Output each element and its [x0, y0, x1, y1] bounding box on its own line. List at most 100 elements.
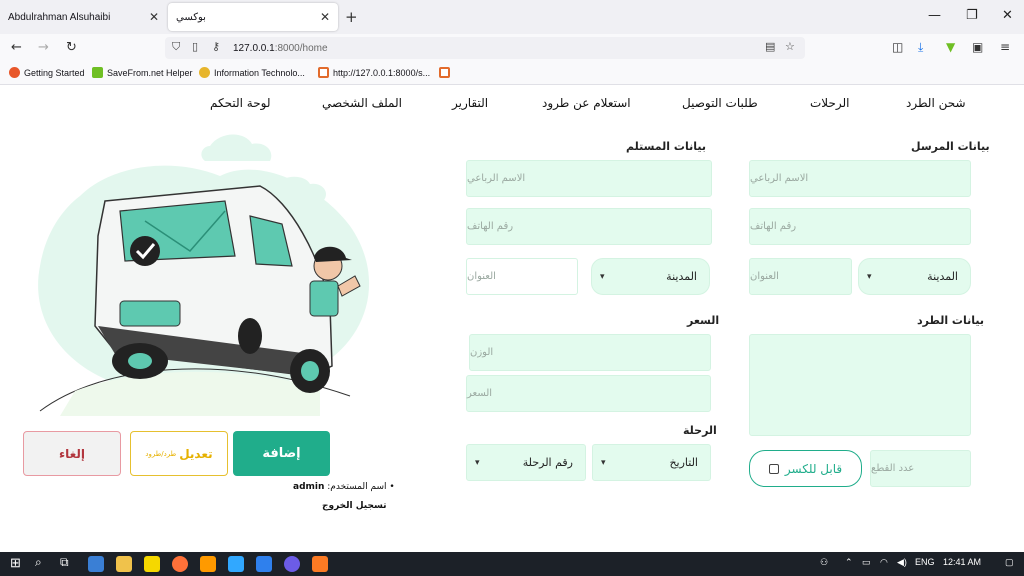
cancel-button[interactable]: إلغاء — [23, 431, 121, 476]
close-icon[interactable]: ✕ — [149, 10, 159, 24]
window-close-icon[interactable]: ✕ — [1002, 8, 1013, 23]
reader-view-icon[interactable]: ▤ — [765, 40, 775, 53]
firefox-icon[interactable] — [172, 556, 188, 572]
sender-phone-field[interactable]: رقم الهاتف — [749, 208, 971, 245]
nav-delivery-requests[interactable]: طلبات التوصيل — [682, 96, 758, 110]
network-icon[interactable]: ▭ — [862, 557, 871, 568]
shield-icon[interactable]: ⛉ — [172, 40, 180, 54]
task-view-icon[interactable]: ⧉ — [60, 555, 69, 570]
minimize-icon[interactable]: — — [928, 8, 941, 23]
vscode-icon[interactable] — [256, 556, 272, 572]
bookmark-item[interactable]: http://127.0.0.1:8000/s... — [318, 67, 430, 78]
receiver-city-select[interactable]: ▾ المدينة — [591, 258, 710, 295]
search-icon[interactable]: ⌕ — [35, 555, 42, 570]
url-host: 127.0.0.1 — [233, 42, 275, 54]
key-icon[interactable]: ⚷ — [212, 40, 220, 53]
tab-title: Abdulrahman Alsuhaibi — [8, 11, 111, 23]
bookmarks-bar: Getting Started SaveFrom.net Helper Info… — [0, 63, 1024, 85]
reload-icon[interactable]: ↻ — [66, 40, 77, 55]
sender-city-select[interactable]: ▾ المدينة — [858, 258, 971, 295]
checkbox-box[interactable] — [768, 463, 779, 474]
browser-tab-active[interactable]: بوكسي ✕ — [168, 3, 338, 31]
nav-trips[interactable]: الرحلات — [810, 96, 850, 110]
select-value: المدينة — [666, 270, 697, 283]
username-label: اسم المستخدم: — [327, 482, 387, 492]
windows-start-icon[interactable]: ⊞ — [10, 555, 21, 571]
site-icon — [199, 67, 210, 78]
pocket-icon[interactable]: ◫ — [892, 40, 903, 54]
photoshop-icon[interactable] — [228, 556, 244, 572]
url-bar[interactable]: ⛉ ▯ ⚷ 127.0.0.1:8000/home ▤ ☆ — [165, 37, 805, 59]
app-icon[interactable] — [144, 556, 160, 572]
notifications-icon[interactable]: ▢ — [1005, 557, 1014, 568]
nav-ship-parcel[interactable]: شحن الطرد — [906, 96, 966, 110]
wifi-icon[interactable]: ◠ — [880, 557, 888, 568]
receiver-section-title: بيانات المستلم — [626, 140, 706, 153]
url-path: :8000/home — [274, 42, 328, 54]
nav-profile[interactable]: الملف الشخصي — [322, 96, 402, 110]
bookmark-item[interactable]: SaveFrom.net Helper — [92, 67, 193, 78]
clock[interactable]: 12:41 AM — [943, 557, 981, 567]
url-text[interactable]: 127.0.0.1:8000/home — [233, 43, 328, 54]
button-label: تعديل — [179, 446, 213, 461]
xampp-icon — [318, 67, 329, 78]
new-tab-icon[interactable]: + — [345, 8, 358, 26]
add-button[interactable]: إضافة — [233, 431, 330, 476]
select-value: التاريخ — [669, 456, 698, 469]
forward-icon[interactable]: → — [38, 40, 49, 55]
button-sublabel: طرد/طرود — [145, 449, 177, 458]
bullet-icon: • — [386, 482, 395, 492]
edit-button[interactable]: طرد/طرود تعديل — [130, 431, 228, 476]
savefrom-extension-icon[interactable]: ▼ — [946, 40, 955, 54]
placeholder-text: رقم الهاتف — [750, 221, 797, 232]
firefox-icon — [9, 67, 20, 78]
sender-section-title: بيانات المرسل — [911, 140, 990, 153]
language-indicator[interactable]: ENG — [915, 557, 935, 567]
parcel-pieces-field[interactable]: عدد القطع — [870, 450, 971, 487]
chevron-down-icon: ▾ — [475, 457, 480, 468]
page-icon: ▯ — [192, 40, 199, 53]
chevron-up-icon[interactable]: ⌃ — [845, 557, 853, 568]
bookmark-item[interactable] — [439, 67, 450, 78]
close-icon[interactable]: ✕ — [320, 10, 330, 24]
receiver-name-field[interactable]: الاسم الرباعي — [466, 160, 712, 197]
placeholder-text: الوزن — [470, 347, 494, 358]
browser-tab-inactive[interactable]: Abdulrahman Alsuhaibi ✕ — [0, 0, 167, 34]
receiver-phone-field[interactable]: رقم الهاتف — [466, 208, 712, 245]
parcel-description-field[interactable] — [749, 334, 971, 436]
bookmark-star-icon[interactable]: ☆ — [785, 40, 795, 53]
menu-icon[interactable]: ≡ — [1000, 40, 1010, 54]
button-label: إلغاء — [58, 446, 86, 461]
sender-name-field[interactable]: الاسم الرباعي — [749, 160, 971, 197]
volume-icon[interactable]: ◀) — [897, 557, 907, 568]
trip-date-select[interactable]: ▾ التاريخ — [592, 444, 711, 481]
fragile-checkbox[interactable]: قابل للكسر — [749, 450, 862, 487]
back-icon[interactable]: ← — [11, 40, 22, 55]
xampp-icon — [439, 67, 450, 78]
app-icon[interactable] — [88, 556, 104, 572]
price-field[interactable]: السعر — [466, 375, 711, 412]
browser-icon[interactable] — [284, 556, 300, 572]
xampp-icon[interactable] — [312, 556, 328, 572]
trip-number-select[interactable]: ▾ رقم الرحلة — [466, 444, 586, 481]
logout-link[interactable]: تسجيل الخروج — [322, 501, 387, 511]
bookmark-item[interactable]: Getting Started — [9, 67, 85, 78]
price-section-title: السعر — [687, 314, 720, 327]
bookmark-label: SaveFrom.net Helper — [107, 67, 193, 78]
bookmark-item[interactable]: Information Technolo... — [199, 67, 305, 78]
sender-address-field[interactable]: العنوان — [749, 258, 852, 295]
download-icon[interactable]: ⤓ — [918, 40, 923, 55]
placeholder-text: الاسم الرباعي — [750, 173, 809, 184]
receiver-address-field[interactable]: العنوان — [466, 258, 578, 295]
placeholder-text: العنوان — [750, 271, 779, 282]
app-icon[interactable] — [200, 556, 216, 572]
file-explorer-icon[interactable] — [116, 556, 132, 572]
weight-field[interactable]: الوزن — [469, 334, 711, 371]
people-icon[interactable]: ⚇ — [820, 557, 828, 568]
nav-parcel-inquiry[interactable]: استعلام عن طرود — [542, 96, 631, 110]
nav-dashboard[interactable]: لوحة التحكم — [210, 96, 271, 110]
screenshot-icon[interactable]: ▣ — [972, 40, 983, 54]
placeholder-text: رقم الهاتف — [467, 221, 514, 232]
restore-icon[interactable]: ❐ — [966, 8, 978, 23]
nav-reports[interactable]: التقارير — [452, 96, 488, 110]
